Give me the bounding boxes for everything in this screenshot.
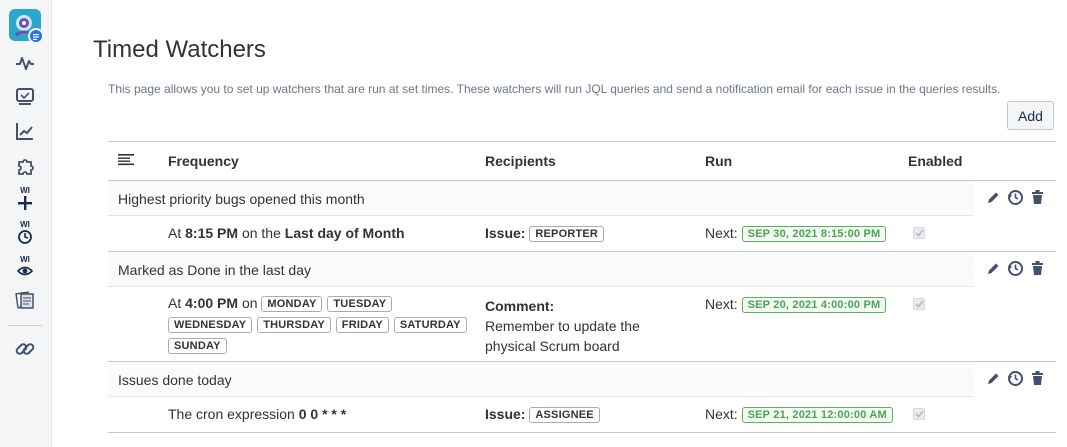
page-description: This page allows you to set up watchers … (108, 82, 1001, 96)
table-header: Frequency Recipients Run Enabled (108, 141, 1056, 181)
header-recipients[interactable]: Recipients (485, 153, 556, 169)
enabled-checkbox[interactable] (913, 227, 925, 239)
recipients-cell: Issue: REPORTER (485, 225, 605, 242)
run-history-icon[interactable] (1006, 188, 1024, 206)
day-tag: FRIDAY (335, 317, 389, 333)
watcher-title: Issues done today (108, 362, 974, 397)
next-run-cell: Next: SEP 21, 2021 12:00:00 AM (705, 406, 893, 423)
next-run-lozenge: SEP 21, 2021 12:00:00 AM (741, 407, 893, 423)
wi-eye-icon[interactable]: WI (14, 254, 36, 280)
next-run-cell: Next: SEP 20, 2021 4:00:00 PM (705, 296, 887, 313)
wi-add-icon[interactable]: WI (14, 186, 36, 212)
next-run-lozenge: SEP 30, 2021 8:15:00 PM (741, 226, 887, 242)
recipient-tag: REPORTER (529, 226, 605, 242)
watcher-title: Marked as Done in the last day (108, 252, 974, 287)
enabled-checkbox[interactable] (913, 408, 925, 420)
monitor-icon[interactable] (14, 86, 36, 108)
watcher-row: Highest priority bugs opened this month … (108, 181, 1056, 252)
chart-icon[interactable] (14, 120, 36, 142)
day-tag: WEDNESDAY (168, 317, 253, 333)
row-actions (984, 188, 1046, 206)
watcher-row: Issues done today The cron expression 0 … (108, 362, 1056, 433)
delete-icon[interactable] (1028, 369, 1046, 387)
watcher-title: Highest priority bugs opened this month (108, 181, 974, 216)
wi-clock-icon[interactable]: WI (14, 220, 36, 246)
frequency-cell: At 8:15 PM on the Last day of Month (168, 225, 405, 241)
header-enabled[interactable]: Enabled (908, 153, 962, 169)
column-options-icon[interactable] (118, 153, 134, 170)
sidebar: WI WI WI (0, 0, 52, 447)
day-tag: THURSDAY (257, 317, 331, 333)
edit-icon[interactable] (984, 369, 1002, 387)
run-history-icon[interactable] (1006, 369, 1024, 387)
edit-icon[interactable] (984, 188, 1002, 206)
recipients-cell: Comment: Remember to update the physical… (485, 298, 640, 354)
day-tag: TUESDAY (327, 296, 393, 312)
frequency-cell: At 4:00 PM on MONDAY TUESDAY WEDNESDAY T… (168, 293, 468, 356)
watcher-details: At 8:15 PM on the Last day of Month Issu… (108, 216, 1056, 251)
add-button[interactable]: Add (1007, 101, 1054, 130)
documents-icon[interactable] (14, 289, 36, 311)
page-title: Timed Watchers (93, 36, 266, 63)
puzzle-icon[interactable] (14, 155, 36, 177)
day-tag: SUNDAY (168, 338, 227, 354)
watcher-details: At 4:00 PM on MONDAY TUESDAY WEDNESDAY T… (108, 287, 1056, 361)
edit-icon[interactable] (984, 259, 1002, 277)
delete-icon[interactable] (1028, 259, 1046, 277)
app-logo-icon[interactable] (9, 9, 44, 44)
pulse-icon[interactable] (14, 52, 36, 74)
watcher-row: Marked as Done in the last day At 4:00 P… (108, 252, 1056, 362)
watcher-details: The cron expression 0 0 * * * Issue: ASS… (108, 397, 1056, 432)
watchers-table: Frequency Recipients Run Enabled Highest… (108, 141, 1056, 433)
row-actions (984, 259, 1046, 277)
notification-badge-icon (28, 28, 44, 44)
sidebar-divider (8, 325, 42, 326)
day-tag: SATURDAY (393, 317, 467, 333)
enabled-checkbox[interactable] (913, 298, 925, 310)
header-run[interactable]: Run (705, 153, 732, 169)
row-actions (984, 369, 1046, 387)
recipients-cell: Issue: ASSIGNEE (485, 406, 601, 423)
delete-icon[interactable] (1028, 188, 1046, 206)
header-frequency[interactable]: Frequency (168, 153, 239, 169)
run-history-icon[interactable] (1006, 259, 1024, 277)
frequency-cell: The cron expression 0 0 * * * (168, 406, 347, 422)
next-run-lozenge: SEP 20, 2021 4:00:00 PM (741, 297, 887, 313)
day-tag: MONDAY (261, 296, 323, 312)
link-icon[interactable] (14, 338, 36, 360)
next-run-cell: Next: SEP 30, 2021 8:15:00 PM (705, 225, 887, 242)
recipient-tag: ASSIGNEE (529, 407, 600, 423)
main-content: Timed Watchers This page allows you to s… (52, 0, 1067, 447)
